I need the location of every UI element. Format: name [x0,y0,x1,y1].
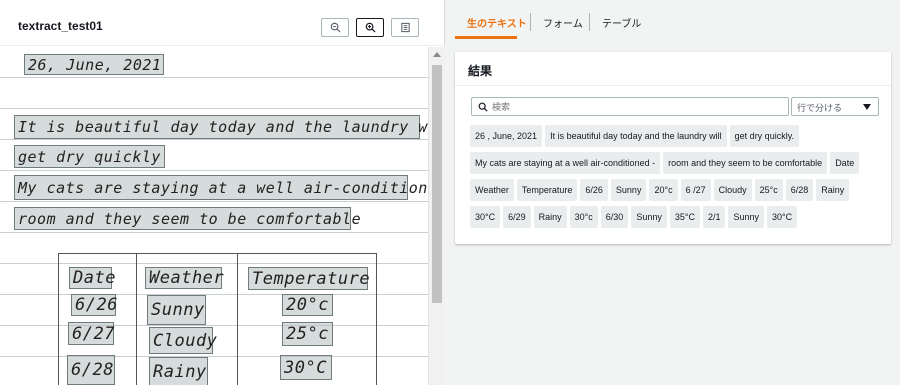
text-chip[interactable]: 30°c [569,206,598,228]
text-chip[interactable]: Cloudy [713,179,752,201]
table-cell-date: 6/27 [68,322,114,345]
text-chip[interactable]: Sunny [728,206,764,228]
viewer-header: textract_test01 [0,0,445,46]
text-chip[interactable]: room and they seem to be comfortable [663,152,828,174]
text-chip[interactable]: Sunny [631,206,667,228]
fit-page-button[interactable] [391,18,419,37]
text-chip[interactable]: 30°C [470,206,501,228]
text-chip[interactable]: 6/29 [503,206,531,228]
scroll-up-arrow-icon[interactable] [433,52,441,57]
results-title: 結果 [468,64,493,78]
search-input[interactable] [492,99,782,114]
table-header-weather: Weather [145,267,224,289]
table-cell-temperature: 25°c [282,322,333,346]
split-mode-select[interactable]: 行で分ける [791,97,879,116]
tab-forms[interactable]: フォーム [543,15,583,30]
table-cell-temperature: 30°C [280,355,332,380]
text-chip[interactable]: 6/30 [600,206,629,228]
handwriting-date-line: 26, June, 2021 [24,54,164,75]
table-cell-temperature: 20°c [282,294,333,316]
text-chip[interactable]: 30°C [767,206,798,228]
text-chip[interactable]: My cats are staying at a well air-condit… [470,152,661,174]
table-divider-2 [237,253,238,385]
handwriting-line-2: get dry quickly [14,145,165,168]
zoom-in-icon [365,22,376,33]
document-viewer: textract_test01 26, June, 2021 It is bea… [0,0,445,385]
text-chip[interactable]: 6 /27 [680,179,711,201]
search-icon [478,102,488,112]
text-chip[interactable]: Sunny [610,179,647,201]
tab-raw-text[interactable]: 生のテキスト [467,15,527,30]
table-border-top [58,253,376,254]
tab-separator [589,13,590,31]
active-tab-indicator [455,36,517,39]
table-divider-1 [136,253,137,385]
search-box[interactable] [471,97,789,116]
text-chip[interactable]: 6/28 [785,179,814,201]
chip-row: 30°C 6/29 Rainy 30°c 6/30 Sunny 35°C 2/1… [470,206,798,228]
table-header-temperature: Temperature [248,267,370,290]
caret-down-icon [863,104,871,110]
text-chip[interactable]: Temperature [516,179,578,201]
zoom-out-button[interactable] [321,18,349,37]
results-panel: 結果 行で分ける 26 , June, 2021 It is beautiful… [455,52,891,244]
table-border-right [376,253,377,385]
scroll-thumb[interactable] [432,65,442,303]
table-border-left [58,253,59,385]
handwriting-line-3: My cats are staying at a well air-condit… [14,175,428,200]
text-chip[interactable]: 26 , June, 2021 [470,125,543,147]
table-header-date: Date [69,267,115,289]
text-chip[interactable]: Rainy [533,206,567,228]
chip-row: Weather Temperature 6/26 Sunny 20°c 6 /2… [470,179,850,201]
text-chip[interactable]: get dry quickly. [729,125,800,147]
text-chip[interactable]: 25°c [754,179,783,201]
table-cell-date: 6/26 [71,294,117,316]
handwriting-line-1: It is beautiful day today and the laundr… [14,115,428,139]
text-chip[interactable]: Weather [470,179,514,201]
document-title: textract_test01 [18,19,103,33]
table-cell-weather: Sunny [147,295,206,325]
zoom-out-icon [330,22,340,33]
text-chip[interactable]: Rainy [816,179,850,201]
chip-row: 26 , June, 2021 It is beautiful day toda… [470,125,800,147]
text-chip[interactable]: It is beautiful day today and the laundr… [545,125,727,147]
text-chip[interactable]: 35°C [669,206,700,228]
handwriting-line-4: room and they seem to be comfortable [14,207,361,230]
chip-row: My cats are staying at a well air-condit… [470,152,860,174]
fit-page-icon [400,22,410,33]
split-mode-value: 行で分ける [797,103,843,113]
document-page[interactable]: 26, June, 2021 It is beautiful day today… [0,47,428,385]
text-chip[interactable]: 6/26 [580,179,608,201]
table-cell-date: 6/28 [67,355,115,385]
table-cell-weather: Cloudy [149,327,217,354]
table-cell-weather: Rainy [149,357,208,385]
textract-console: textract_test01 26, June, 2021 It is bea… [0,0,900,385]
tab-tables[interactable]: テーブル [602,15,641,30]
zoom-in-button[interactable] [356,18,384,37]
text-chip[interactable]: Date [830,152,860,174]
result-tabs: 生のテキスト フォーム テーブル [455,0,900,40]
tab-separator [530,13,531,31]
results-header: 結果 [455,52,891,86]
document-scrollbar[interactable] [428,47,445,385]
text-chip[interactable]: 20°c [649,179,678,201]
text-chip[interactable]: 2/1 [702,206,726,228]
